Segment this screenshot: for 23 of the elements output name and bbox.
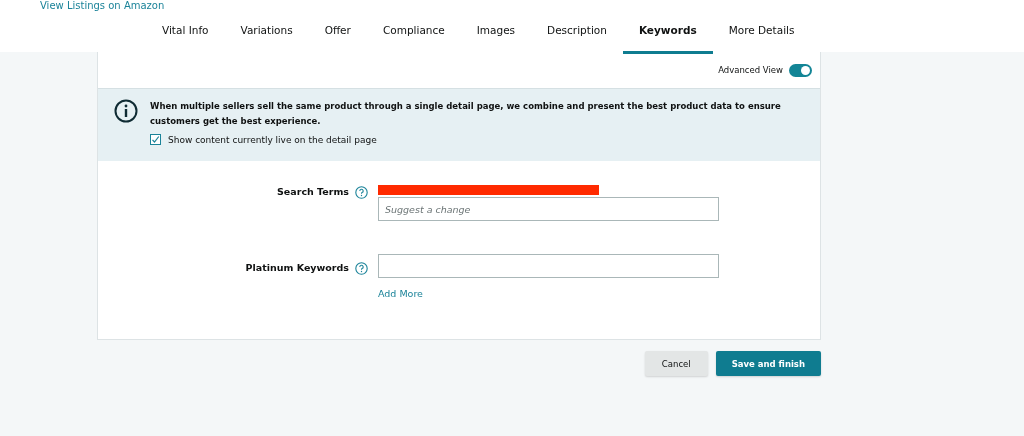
info-icon (114, 99, 138, 123)
checkbox-label: Show content currently live on the detail page (168, 134, 377, 145)
save-button[interactable]: Save and finish (715, 351, 821, 376)
add-more-link[interactable]: Add More (378, 288, 423, 311)
help-icon[interactable] (355, 186, 368, 199)
cancel-button[interactable]: Cancel (644, 351, 708, 376)
help-icon[interactable] (355, 262, 368, 275)
tab[interactable]: Description (531, 14, 623, 54)
checkbox[interactable] (150, 134, 161, 145)
field-label: Search Terms (277, 186, 349, 197)
tab[interactable]: Compliance (366, 14, 461, 54)
info-text: When multiple sellers sell the same product through a single detail page, we combine and present the best product data to ensure customers get the best experience. (150, 100, 782, 128)
view-listings-link[interactable]: View Listings on Amazon (40, 0, 165, 12)
advanced-view-label: Advanced View (718, 65, 783, 75)
tab[interactable]: Offer (308, 14, 367, 54)
tab[interactable]: Images (460, 14, 532, 54)
tab[interactable]: Vital Info (146, 14, 225, 54)
text-field[interactable]: Suggest a change (378, 197, 719, 221)
text-field[interactable] (378, 254, 719, 278)
advanced-view-switch[interactable] (789, 63, 812, 77)
tab[interactable]: More Details (712, 14, 811, 54)
field-label: Platinum Keywords (245, 262, 349, 273)
tab[interactable]: Variations (224, 14, 309, 54)
